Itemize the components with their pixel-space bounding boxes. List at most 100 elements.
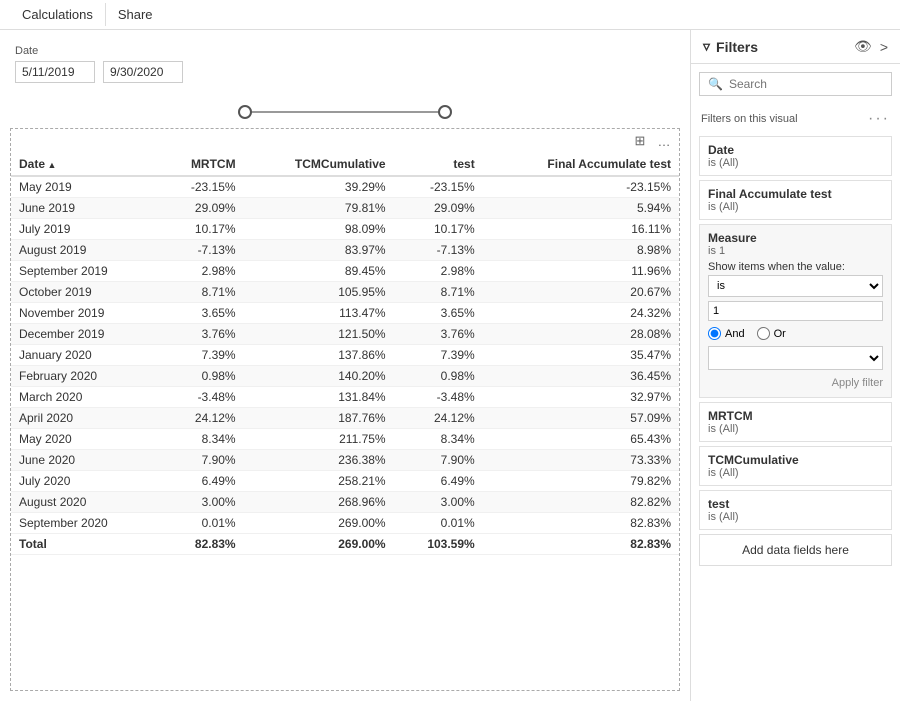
cell-test: -7.13% bbox=[394, 240, 483, 261]
radio-or[interactable] bbox=[757, 327, 770, 340]
filter-measure-condition: is 1 bbox=[708, 245, 883, 257]
col-header-mrtcm[interactable]: MRTCM bbox=[158, 153, 243, 176]
cell-tcmcumulative: 187.76% bbox=[244, 408, 394, 429]
filter-card-mrtcm: MRTCM is (All) bbox=[699, 402, 892, 442]
chevron-right-icon[interactable]: > bbox=[880, 39, 888, 55]
cell-tcmcumulative: 269.00% bbox=[244, 513, 394, 534]
filter-final-condition: is (All) bbox=[708, 201, 883, 213]
cell-mrtcm: 0.01% bbox=[158, 513, 243, 534]
cell-mrtcm: -7.13% bbox=[158, 240, 243, 261]
total-tcmcumulative: 269.00% bbox=[244, 534, 394, 555]
apply-filter-area: Apply filter bbox=[708, 370, 883, 391]
cell-date: October 2019 bbox=[11, 282, 158, 303]
cell-mrtcm: 3.00% bbox=[158, 492, 243, 513]
table-row: June 2020 7.90% 236.38% 7.90% 73.33% bbox=[11, 450, 679, 471]
table-row: July 2020 6.49% 258.21% 6.49% 79.82% bbox=[11, 471, 679, 492]
filters-label-text: Filters on this visual bbox=[701, 113, 798, 125]
cell-tcmcumulative: 131.84% bbox=[244, 387, 394, 408]
filter-test-condition: is (All) bbox=[708, 511, 883, 523]
col-header-date[interactable]: Date bbox=[11, 153, 158, 176]
filter-card-tcmcumulative: TCMCumulative is (All) bbox=[699, 446, 892, 486]
panel-scroll: Filters on this visual ··· Date is (All)… bbox=[691, 104, 900, 701]
table-toolbar: ⊞ … bbox=[11, 129, 679, 153]
start-date-input[interactable]: 5/11/2019 bbox=[15, 61, 95, 83]
cell-final-accumulate: 57.09% bbox=[483, 408, 679, 429]
cell-test: 3.76% bbox=[394, 324, 483, 345]
cell-date: November 2019 bbox=[11, 303, 158, 324]
cell-date: July 2019 bbox=[11, 219, 158, 240]
cell-date: August 2019 bbox=[11, 240, 158, 261]
total-test: 103.59% bbox=[394, 534, 483, 555]
table-row: August 2019 -7.13% 83.97% -7.13% 8.98% bbox=[11, 240, 679, 261]
cell-final-accumulate: 35.47% bbox=[483, 345, 679, 366]
radio-and-label[interactable]: And bbox=[708, 327, 745, 340]
filter-tcmcumulative-condition: is (All) bbox=[708, 467, 883, 479]
panel-title-text: Filters bbox=[716, 39, 758, 55]
col-header-final-accumulate[interactable]: Final Accumulate test bbox=[483, 153, 679, 176]
radio-and[interactable] bbox=[708, 327, 721, 340]
filter-card-final-accumulate: Final Accumulate test is (All) bbox=[699, 180, 892, 220]
date-filter-label: Date bbox=[15, 45, 675, 57]
table-row: September 2019 2.98% 89.45% 2.98% 11.96% bbox=[11, 261, 679, 282]
cell-date: January 2020 bbox=[11, 345, 158, 366]
col-header-tcmcumulative[interactable]: TCMCumulative bbox=[244, 153, 394, 176]
radio-or-label[interactable]: Or bbox=[757, 327, 786, 340]
cell-test: 24.12% bbox=[394, 408, 483, 429]
share-tab[interactable]: Share bbox=[106, 3, 165, 26]
cell-test: 0.01% bbox=[394, 513, 483, 534]
add-data-fields-button[interactable]: Add data fields here bbox=[699, 534, 892, 566]
cell-mrtcm: 24.12% bbox=[158, 408, 243, 429]
table-row: May 2020 8.34% 211.75% 8.34% 65.43% bbox=[11, 429, 679, 450]
filter-date-title: Date bbox=[708, 143, 883, 157]
right-panel: ▿ Filters 👁 > 🔍 Filters on this visual ·… bbox=[690, 30, 900, 701]
cell-final-accumulate: 73.33% bbox=[483, 450, 679, 471]
eye-icon[interactable]: 👁 bbox=[854, 38, 872, 55]
cell-test: 8.34% bbox=[394, 429, 483, 450]
slider-thumb-left[interactable] bbox=[238, 105, 252, 119]
table-row: November 2019 3.65% 113.47% 3.65% 24.32% bbox=[11, 303, 679, 324]
col-header-test[interactable]: test bbox=[394, 153, 483, 176]
cell-final-accumulate: 82.83% bbox=[483, 513, 679, 534]
search-box: 🔍 bbox=[699, 72, 892, 96]
table-row: February 2020 0.98% 140.20% 0.98% 36.45% bbox=[11, 366, 679, 387]
measure-condition-select[interactable]: is is not is greater than is less than bbox=[708, 275, 883, 297]
cell-date: August 2020 bbox=[11, 492, 158, 513]
calculations-tab[interactable]: Calculations bbox=[10, 3, 106, 26]
measure-value-input[interactable] bbox=[708, 301, 883, 321]
cell-date: April 2020 bbox=[11, 408, 158, 429]
filter-icon: ▿ bbox=[703, 38, 710, 55]
end-date-input[interactable]: 9/30/2020 bbox=[103, 61, 183, 83]
cell-final-accumulate: 11.96% bbox=[483, 261, 679, 282]
cell-mrtcm: 10.17% bbox=[158, 219, 243, 240]
slider-thumb-right[interactable] bbox=[438, 105, 452, 119]
content-area: Date 5/11/2019 9/30/2020 ⊞ … bbox=[0, 30, 690, 701]
cell-final-accumulate: 65.43% bbox=[483, 429, 679, 450]
cell-date: September 2020 bbox=[11, 513, 158, 534]
cell-test: 29.09% bbox=[394, 198, 483, 219]
cell-test: 2.98% bbox=[394, 261, 483, 282]
more-options-icon[interactable]: … bbox=[655, 132, 673, 150]
filter-tcmcumulative-title: TCMCumulative bbox=[708, 453, 883, 467]
table-row: December 2019 3.76% 121.50% 3.76% 28.08% bbox=[11, 324, 679, 345]
filter-measure-title: Measure bbox=[708, 231, 883, 245]
cell-test: 7.39% bbox=[394, 345, 483, 366]
apply-filter-button[interactable]: Apply filter bbox=[832, 377, 883, 389]
slider-track[interactable] bbox=[245, 111, 445, 113]
cell-date: May 2019 bbox=[11, 176, 158, 198]
search-input[interactable] bbox=[729, 77, 883, 91]
filters-more-icon[interactable]: ··· bbox=[868, 110, 890, 128]
expand-icon[interactable]: ⊞ bbox=[631, 132, 649, 150]
cell-tcmcumulative: 98.09% bbox=[244, 219, 394, 240]
cell-test: 10.17% bbox=[394, 219, 483, 240]
filter-card-test: test is (All) bbox=[699, 490, 892, 530]
cell-final-accumulate: -23.15% bbox=[483, 176, 679, 198]
cell-date: December 2019 bbox=[11, 324, 158, 345]
measure-second-condition-select[interactable] bbox=[708, 346, 883, 370]
cell-mrtcm: 3.76% bbox=[158, 324, 243, 345]
data-table: Date MRTCM TCMCumulative test Final Accu… bbox=[11, 153, 679, 555]
cell-final-accumulate: 16.11% bbox=[483, 219, 679, 240]
cell-tcmcumulative: 211.75% bbox=[244, 429, 394, 450]
cell-mrtcm: -23.15% bbox=[158, 176, 243, 198]
cell-mrtcm: 6.49% bbox=[158, 471, 243, 492]
cell-test: 3.00% bbox=[394, 492, 483, 513]
